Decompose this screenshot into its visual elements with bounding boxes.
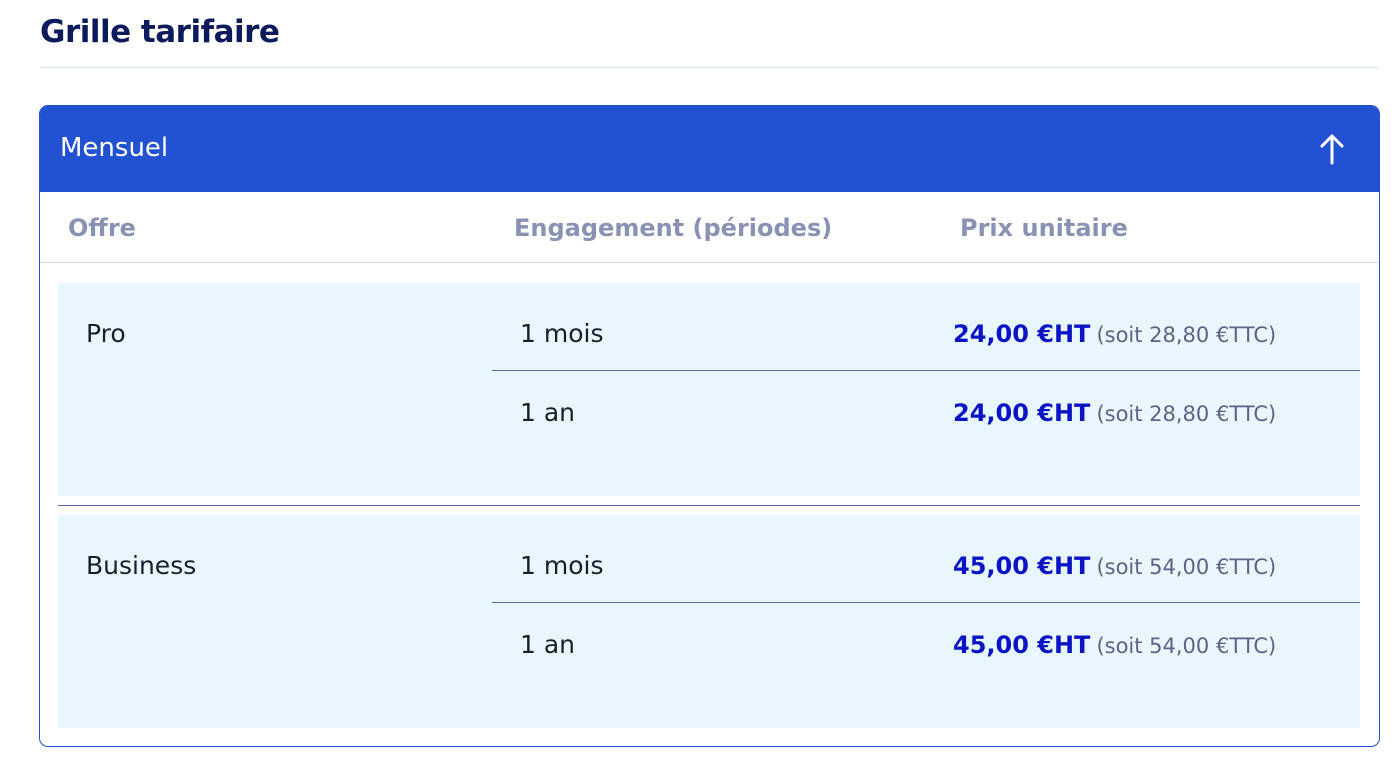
pricing-accordion: Mensuel Offre Engagement (périodes) Prix… — [39, 105, 1380, 747]
period-row: 1 an 45,00 €HT (soit 54,00 €TTC) — [492, 604, 1360, 682]
table-header-row: Offre Engagement (périodes) Prix unitair… — [40, 192, 1379, 263]
unit-price: 45,00 €HT (soit 54,00 €TTC) — [953, 631, 1276, 659]
arrow-up-icon[interactable] — [1319, 133, 1345, 165]
period-divider — [492, 602, 1360, 603]
period-label: 1 mois — [520, 551, 604, 580]
page-title: Grille tarifaire — [40, 14, 280, 50]
unit-price: 24,00 €HT (soit 28,80 €TTC) — [953, 399, 1276, 427]
period-row: 1 an 24,00 €HT (soit 28,80 €TTC) — [492, 372, 1360, 450]
price-ttc: (soit 28,80 €TTC) — [1096, 323, 1277, 347]
price-ttc: (soit 28,80 €TTC) — [1096, 402, 1277, 426]
period-row: 1 mois 24,00 €HT (soit 28,80 €TTC) — [492, 293, 1360, 371]
unit-price: 24,00 €HT (soit 28,80 €TTC) — [953, 320, 1276, 348]
column-header-offre: Offre — [68, 214, 136, 242]
offer-name: Pro — [86, 319, 126, 348]
price-ht: 24,00 €HT — [953, 320, 1091, 348]
column-header-prix: Prix unitaire — [960, 214, 1128, 242]
period-row: 1 mois 45,00 €HT (soit 54,00 €TTC) — [492, 525, 1360, 603]
unit-price: 45,00 €HT (soit 54,00 €TTC) — [953, 552, 1276, 580]
period-divider — [492, 370, 1360, 371]
offer-separator — [58, 505, 1360, 506]
accordion-header-mensuel[interactable]: Mensuel — [40, 106, 1379, 192]
price-ttc: (soit 54,00 €TTC) — [1096, 555, 1277, 579]
price-ht: 45,00 €HT — [953, 631, 1091, 659]
column-header-engagement: Engagement (périodes) — [514, 214, 833, 242]
period-label: 1 an — [520, 630, 576, 659]
price-ht: 45,00 €HT — [953, 552, 1091, 580]
offer-row-business: Business 1 mois 45,00 €HT (soit 54,00 €TT… — [58, 515, 1360, 728]
period-label: 1 mois — [520, 319, 604, 348]
offer-name: Business — [86, 551, 197, 580]
price-ttc: (soit 54,00 €TTC) — [1096, 634, 1277, 658]
title-divider — [40, 67, 1379, 68]
offer-row-pro: Pro 1 mois 24,00 €HT (soit 28,80 €TTC) 1 … — [58, 283, 1360, 496]
price-ht: 24,00 €HT — [953, 399, 1091, 427]
accordion-title: Mensuel — [60, 133, 169, 163]
period-label: 1 an — [520, 398, 576, 427]
